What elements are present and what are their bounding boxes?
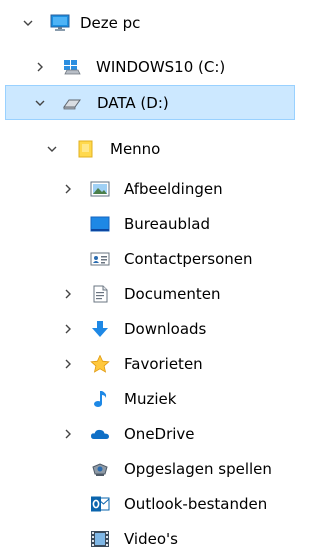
- tree-item-this-pc[interactable]: Deze pc: [0, 6, 300, 41]
- tree-item-label: Deze pc: [80, 14, 141, 32]
- tree-item-outlook-bestanden[interactable]: Outlook-bestanden: [0, 487, 300, 522]
- tree-item-label: Video's: [124, 530, 178, 548]
- chevron-down-icon[interactable]: [32, 95, 48, 111]
- tree-item-bureaublad[interactable]: Bureaublad: [0, 207, 300, 242]
- tree-item-downloads[interactable]: Downloads: [0, 312, 300, 347]
- tree-item-label: Muziek: [124, 390, 177, 408]
- chevron-right-icon[interactable]: [32, 59, 48, 75]
- chevron-down-icon[interactable]: [44, 141, 60, 157]
- tree-item-label: Afbeeldingen: [124, 180, 223, 198]
- user-folder-icon: [76, 140, 96, 158]
- music-icon: [90, 390, 110, 408]
- tree-item-documenten[interactable]: Documenten: [0, 277, 300, 312]
- tree-item-videos[interactable]: Video's: [0, 522, 300, 557]
- tree-item-favorieten[interactable]: Favorieten: [0, 347, 300, 382]
- chevron-right-icon[interactable]: [60, 426, 76, 442]
- tree-item-label: WINDOWS10 (C:): [96, 58, 226, 76]
- chevron-right-icon[interactable]: [60, 356, 76, 372]
- pictures-icon: [90, 180, 110, 198]
- desktop-icon: [90, 215, 110, 233]
- documents-icon: [90, 285, 110, 303]
- chevron-right-icon[interactable]: [60, 286, 76, 302]
- tree-item-label: Favorieten: [124, 355, 203, 373]
- downloads-icon: [90, 320, 110, 338]
- tree-item-drive-d[interactable]: DATA (D:): [5, 85, 295, 120]
- tree-item-user-folder[interactable]: Menno: [0, 132, 300, 167]
- tree-item-label: Documenten: [124, 285, 221, 303]
- drive-icon: [62, 94, 82, 112]
- tree-item-label: Menno: [110, 140, 161, 158]
- chevron-down-icon[interactable]: [20, 15, 36, 31]
- onedrive-cloud-icon: [90, 425, 110, 443]
- videos-icon: [90, 530, 110, 548]
- tree-item-contactpersonen[interactable]: Contactpersonen: [0, 242, 300, 277]
- tree-item-onedrive[interactable]: OneDrive: [0, 417, 300, 452]
- navigation-tree: Deze pc WINDOWS10 (C:) DATA (D:) Menno A…: [0, 0, 300, 557]
- tree-item-drive-c[interactable]: WINDOWS10 (C:): [0, 50, 300, 85]
- tree-item-opgeslagen-spellen[interactable]: Opgeslagen spellen: [0, 452, 300, 487]
- tree-item-label: DATA (D:): [97, 94, 169, 112]
- chevron-right-icon[interactable]: [60, 321, 76, 337]
- tree-item-afbeeldingen[interactable]: Afbeeldingen: [0, 172, 300, 207]
- favorites-star-icon: [90, 355, 110, 373]
- tree-item-label: Contactpersonen: [124, 250, 253, 268]
- tree-item-label: Opgeslagen spellen: [124, 460, 272, 478]
- tree-item-muziek[interactable]: Muziek: [0, 382, 300, 417]
- tree-item-label: Outlook-bestanden: [124, 495, 268, 513]
- tree-item-label: Bureaublad: [124, 215, 210, 233]
- computer-icon: [50, 14, 70, 32]
- tree-item-label: OneDrive: [124, 425, 195, 443]
- contacts-icon: [90, 250, 110, 268]
- tree-item-label: Downloads: [124, 320, 207, 338]
- chevron-right-icon[interactable]: [60, 181, 76, 197]
- windows-drive-icon: [62, 58, 82, 76]
- outlook-icon: [90, 495, 110, 513]
- saved-games-icon: [90, 460, 110, 478]
